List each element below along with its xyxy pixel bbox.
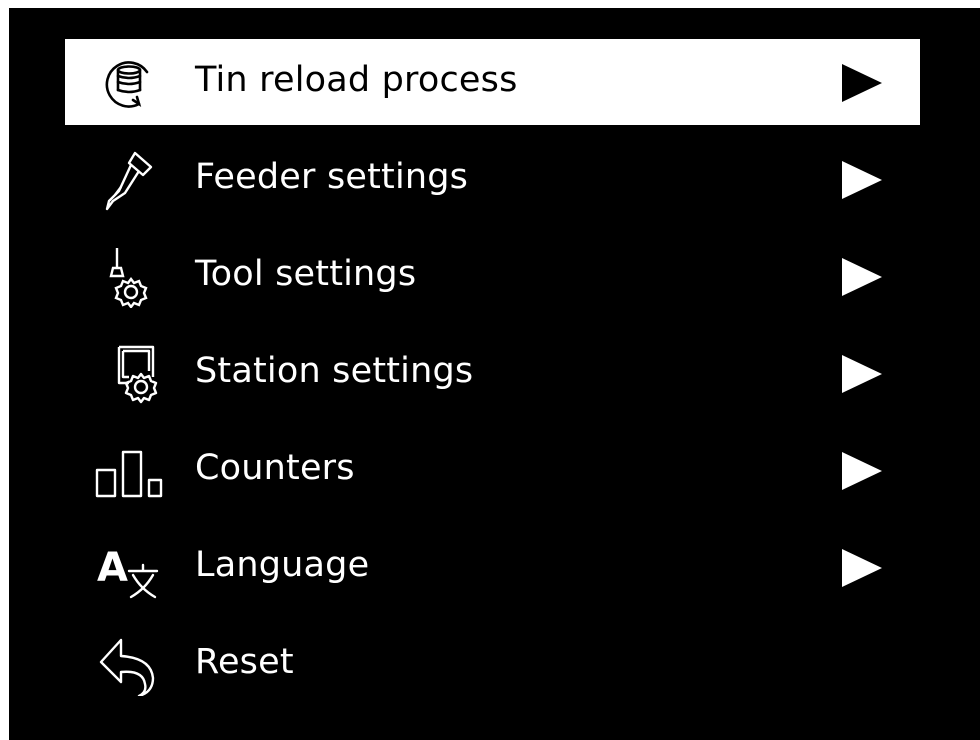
reset-icon bbox=[91, 634, 163, 696]
menu-item-label: Tin reload process bbox=[195, 60, 518, 100]
menu-item-reset[interactable]: Reset bbox=[65, 621, 920, 707]
chevron-right-icon bbox=[840, 353, 884, 395]
menu-item-language[interactable]: A Language bbox=[65, 524, 920, 610]
chevron-right-icon bbox=[840, 256, 884, 298]
tool-settings-icon bbox=[91, 246, 163, 308]
menu-item-label: Feeder settings bbox=[195, 157, 469, 197]
feeder-icon bbox=[91, 149, 163, 211]
menu-item-label: Counters bbox=[195, 448, 355, 488]
menu-item-tin-reload-process[interactable]: Tin reload process bbox=[65, 39, 920, 125]
menu-item-station-settings[interactable]: Station settings bbox=[65, 330, 920, 416]
tin-reload-icon bbox=[91, 52, 163, 114]
language-icon: A bbox=[91, 537, 163, 599]
top-edge bbox=[765, 0, 980, 8]
counters-icon bbox=[91, 440, 163, 502]
menu-item-label: Station settings bbox=[195, 351, 474, 391]
menu-item-counters[interactable]: Counters bbox=[65, 427, 920, 513]
menu-item-feeder-settings[interactable]: Feeder settings bbox=[65, 136, 920, 222]
svg-text:A: A bbox=[97, 545, 128, 591]
settings-menu: Tin reload process Feeder settings Tool … bbox=[9, 8, 980, 740]
chevron-right-icon bbox=[840, 450, 884, 492]
menu-item-tool-settings[interactable]: Tool settings bbox=[65, 233, 920, 319]
menu-item-label: Reset bbox=[195, 642, 294, 682]
chevron-right-icon bbox=[840, 62, 884, 104]
chevron-right-icon bbox=[840, 547, 884, 589]
chevron-right-icon bbox=[840, 159, 884, 201]
menu-item-label: Language bbox=[195, 545, 370, 585]
station-menu-screen: Tin reload process Feeder settings Tool … bbox=[9, 8, 980, 740]
menu-item-label: Tool settings bbox=[195, 254, 417, 294]
station-settings-icon bbox=[91, 343, 163, 405]
